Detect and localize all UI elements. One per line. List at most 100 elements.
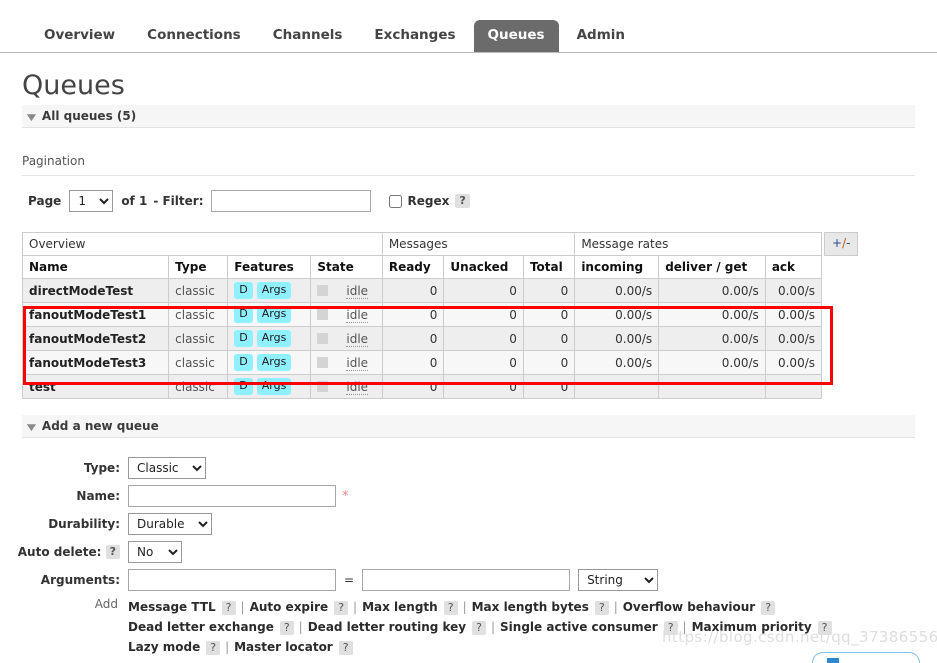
feature-badge-args[interactable]: Args — [256, 330, 292, 347]
nav-tab-channels[interactable]: Channels — [259, 20, 357, 52]
help-icon-auto-expire[interactable]: ? — [334, 600, 349, 615]
feature-badge-args[interactable]: Args — [256, 282, 292, 299]
preset-dead-letter-exchange[interactable]: Dead letter exchange — [128, 620, 274, 634]
toggle-columns-button[interactable]: +/- — [824, 232, 859, 256]
preset-maximum-priority[interactable]: Maximum priority — [692, 620, 812, 634]
queue-total-cell: 0 — [522, 350, 576, 375]
page-select[interactable]: 1 — [69, 190, 114, 212]
feature-badge-args[interactable]: Args — [256, 378, 292, 395]
feature-badge-d[interactable]: D — [234, 330, 253, 347]
help-icon-message-ttl[interactable]: ? — [221, 600, 236, 615]
preset-lazy-mode[interactable]: Lazy mode — [128, 640, 200, 654]
nav-tab-exchanges[interactable]: Exchanges — [360, 20, 469, 52]
queues-table-body: directModeTest classic D Args idle 0 0 0 0.00/s 0… — [21, 278, 823, 399]
column-header-ack[interactable]: ack — [764, 255, 823, 279]
arguments-label: Arguments: — [40, 573, 120, 587]
nav-tab-queues[interactable]: Queues — [473, 20, 559, 52]
help-icon-max-length-bytes[interactable]: ? — [594, 600, 609, 615]
queue-state-cell: idle — [310, 374, 383, 399]
nav-tab-overview[interactable]: Overview — [30, 20, 129, 52]
filter-input[interactable] — [210, 190, 371, 212]
table-row[interactable]: fanoutModeTest1 classic D Args idle 0 0 0 0.00/s… — [21, 302, 823, 327]
queue-name-link[interactable]: directModeTest — [21, 278, 170, 303]
help-icon-maximum-priority[interactable]: ? — [817, 620, 832, 635]
help-icon-single-active-consumer[interactable]: ? — [663, 620, 678, 635]
table-row[interactable]: fanoutModeTest2 classic D Args idle 0 0 0 0.00/s… — [21, 326, 823, 351]
feature-badge-d[interactable]: D — [234, 378, 253, 395]
regex-help-icon[interactable]: ? — [455, 194, 470, 208]
help-icon-overflow-behaviour[interactable]: ? — [761, 600, 776, 615]
queue-features-cell: D Args — [227, 302, 312, 327]
queue-unacked-cell: 0 — [443, 350, 524, 375]
feature-badge-d[interactable]: D — [234, 354, 253, 371]
group-header-messages: Messages — [381, 232, 576, 256]
argument-type-select[interactable]: StringNumberBooleanList — [578, 569, 659, 591]
queue-incoming-rate-cell: 0.00/s — [574, 278, 660, 303]
argument-key-input[interactable] — [128, 569, 336, 591]
queue-total-cell: 0 — [522, 374, 576, 399]
nav-tab-admin[interactable]: Admin — [563, 20, 639, 52]
column-header-features[interactable]: Features — [227, 255, 312, 279]
all-queues-section-header[interactable]: ▼ All queues (5) — [22, 105, 915, 128]
nav-tab-connections[interactable]: Connections — [133, 20, 255, 52]
preset-message-ttl[interactable]: Message TTL — [128, 600, 216, 614]
queue-name-link[interactable]: fanoutModeTest3 — [21, 350, 170, 375]
table-row[interactable]: fanoutModeTest3 classic D Args idle 0 0 0 0.00/s… — [21, 350, 823, 375]
queue-type-select[interactable]: ClassicQuorum — [128, 457, 206, 479]
page-label: Page — [28, 194, 62, 208]
preset-overflow-behaviour[interactable]: Overflow behaviour — [623, 600, 756, 614]
queue-name-link[interactable]: test — [21, 374, 170, 399]
auto-delete-help-icon[interactable]: ? — [105, 545, 120, 560]
preset-separator: | — [613, 600, 618, 614]
feature-badge-d[interactable]: D — [234, 282, 253, 299]
help-icon-lazy-mode[interactable]: ? — [206, 640, 221, 655]
auto-delete-cell: NoYes — [128, 538, 658, 566]
column-header-incoming[interactable]: incoming — [574, 255, 660, 279]
preset-max-length-bytes[interactable]: Max length bytes — [472, 600, 589, 614]
add-queue-section-header[interactable]: ▼ Add a new queue — [22, 415, 915, 438]
queue-total-cell: 0 — [522, 326, 576, 351]
type-cell: ClassicQuorum — [128, 454, 658, 482]
preset-single-active-consumer[interactable]: Single active consumer — [500, 620, 658, 634]
queue-name-link[interactable]: fanoutModeTest1 — [21, 302, 170, 327]
column-header-type[interactable]: Type — [168, 255, 229, 279]
feature-badge-d[interactable]: D — [234, 306, 253, 323]
feature-badge-args[interactable]: Args — [256, 306, 292, 323]
add-queue-heading: Add a new queue — [41, 419, 159, 433]
help-icon-master-locator[interactable]: ? — [338, 640, 353, 655]
durability-select[interactable]: DurableTransient — [128, 513, 212, 535]
preset-line-3: Lazy mode? | Master locator? — [128, 637, 832, 657]
queue-type-cell: classic — [168, 302, 229, 327]
table-group-header-row: Overview Messages Message rates — [22, 232, 822, 256]
column-header-total[interactable]: Total — [522, 255, 576, 279]
regex-checkbox[interactable] — [388, 194, 402, 208]
feature-badge-args[interactable]: Args — [256, 354, 292, 371]
queue-name-link[interactable]: fanoutModeTest2 — [21, 326, 170, 351]
preset-dead-letter-routing-key[interactable]: Dead letter routing key — [308, 620, 466, 634]
preset-auto-expire[interactable]: Auto expire — [250, 600, 329, 614]
form-row-arguments: Arguments: = StringNumberBooleanList — [0, 566, 659, 594]
table-row[interactable]: test classic D Args idle 0 0 0 — [21, 374, 823, 399]
chevron-down-icon: ▼ — [26, 113, 37, 123]
help-icon-dead-letter-exchange[interactable]: ? — [279, 620, 294, 635]
column-header-name[interactable]: Name — [21, 255, 170, 279]
queue-ack-rate-cell — [764, 374, 823, 399]
column-header-deliver-get[interactable]: deliver / get — [658, 255, 766, 279]
preset-master-locator[interactable]: Master locator — [234, 640, 333, 654]
help-icon-max-length[interactable]: ? — [443, 600, 458, 615]
column-header-ready[interactable]: Ready — [381, 255, 445, 279]
state-indicator-icon — [317, 309, 329, 321]
add-queue-section: ▼ Add a new queue Type: ClassicQuorum Nam… — [0, 415, 937, 657]
state-label: idle — [346, 355, 369, 371]
add-argument-button[interactable]: Add — [0, 597, 128, 611]
queue-deliver-get-rate-cell: 0.00/s — [658, 350, 766, 375]
column-header-unacked[interactable]: Unacked — [443, 255, 524, 279]
queue-name-input[interactable] — [128, 485, 336, 507]
column-header-state[interactable]: State — [310, 255, 383, 279]
table-row[interactable]: directModeTest classic D Args idle 0 0 0 0.00/s 0… — [21, 278, 823, 303]
auto-delete-select[interactable]: NoYes — [128, 541, 182, 563]
queue-ready-cell: 0 — [381, 350, 445, 375]
help-icon-dead-letter-routing-key[interactable]: ? — [472, 620, 486, 635]
preset-max-length[interactable]: Max length — [362, 600, 438, 614]
argument-value-input[interactable] — [362, 569, 571, 591]
